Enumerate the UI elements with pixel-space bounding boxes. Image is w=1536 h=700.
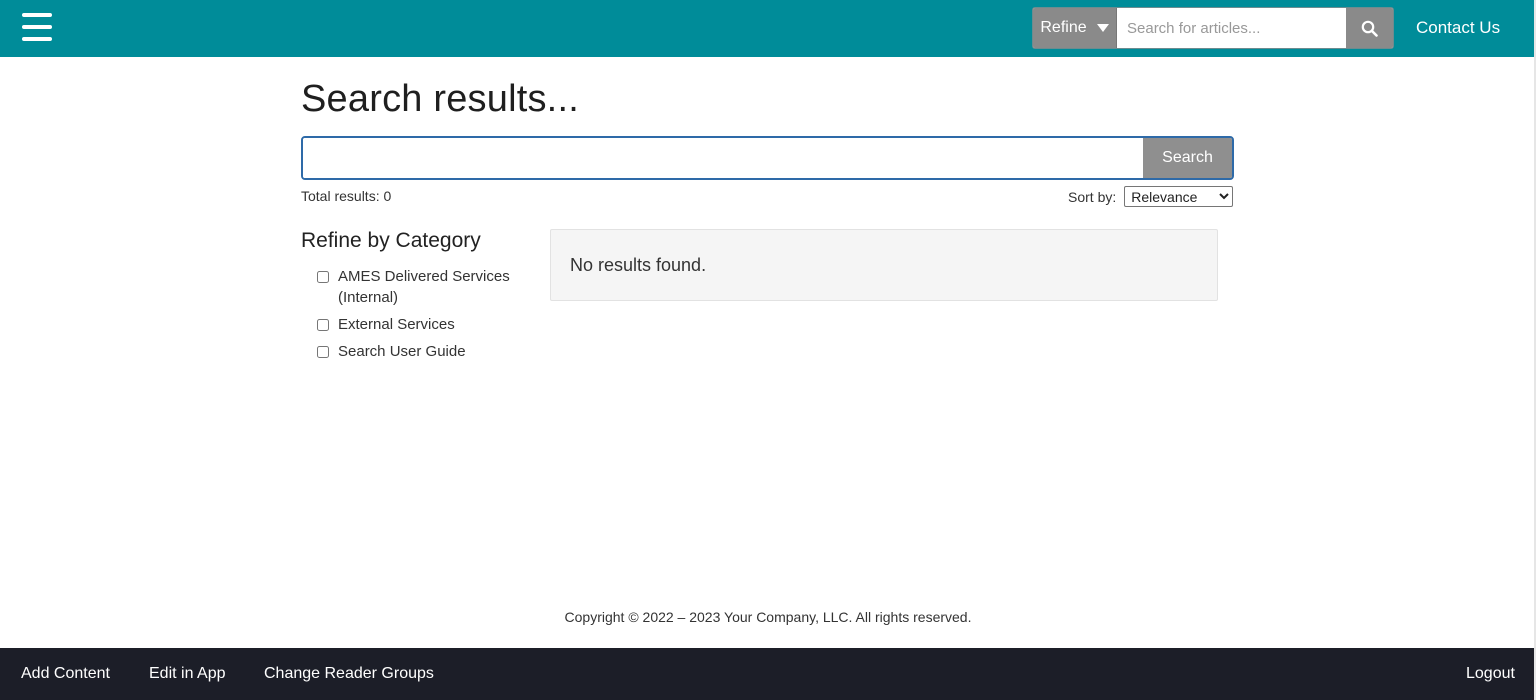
sort-select[interactable]: Relevance [1124,186,1234,207]
results-panel: No results found. [550,229,1218,301]
category-label: External Services [338,316,455,333]
header-search-button[interactable] [1346,8,1393,48]
add-content-link[interactable]: Add Content [21,665,110,683]
sort-label: Sort by: [1068,188,1117,205]
no-results-message: No results found. [570,254,707,275]
copyright-text: Copyright © 2022 – 2023 Your Company, LL… [564,609,972,625]
total-results: Total results: 0 [301,188,392,204]
category-label: Search User Guide [338,343,466,360]
category-list: AMES Delivered Services (Internal) Exter… [317,266,527,368]
main-search-input[interactable] [303,138,1143,178]
category-label: AMES Delivered Services (Internal) [338,268,510,306]
search-button[interactable]: Search [1143,138,1232,178]
bottom-toolbar: Add Content Edit in App Change Reader Gr… [0,648,1536,700]
hamburger-menu-icon[interactable] [22,13,52,41]
refine-heading: Refine by Category [301,229,481,252]
contact-us-link[interactable]: Contact Us [1416,18,1500,38]
header-search-input[interactable] [1117,8,1346,48]
category-checkbox[interactable] [317,271,329,283]
search-icon [1361,20,1378,37]
sort-control: Sort by: Relevance [1068,186,1234,207]
category-item: AMES Delivered Services (Internal) [317,266,527,308]
refine-label: Refine [1040,19,1087,36]
category-item: Search User Guide [317,341,527,362]
category-checkbox[interactable] [317,319,329,331]
main-search-group: Search [301,136,1234,180]
category-checkbox[interactable] [317,346,329,358]
category-item: External Services [317,314,527,335]
refine-dropdown-button[interactable]: Refine [1033,8,1117,48]
change-reader-groups-link[interactable]: Change Reader Groups [264,665,434,683]
caret-down-icon [1096,24,1109,32]
header-search-group: Refine [1032,7,1394,49]
logout-link[interactable]: Logout [1466,665,1515,683]
edit-in-app-link[interactable]: Edit in App [149,665,226,683]
top-header: Refine Contact Us [0,0,1536,57]
page-title: Search results... [301,78,579,120]
